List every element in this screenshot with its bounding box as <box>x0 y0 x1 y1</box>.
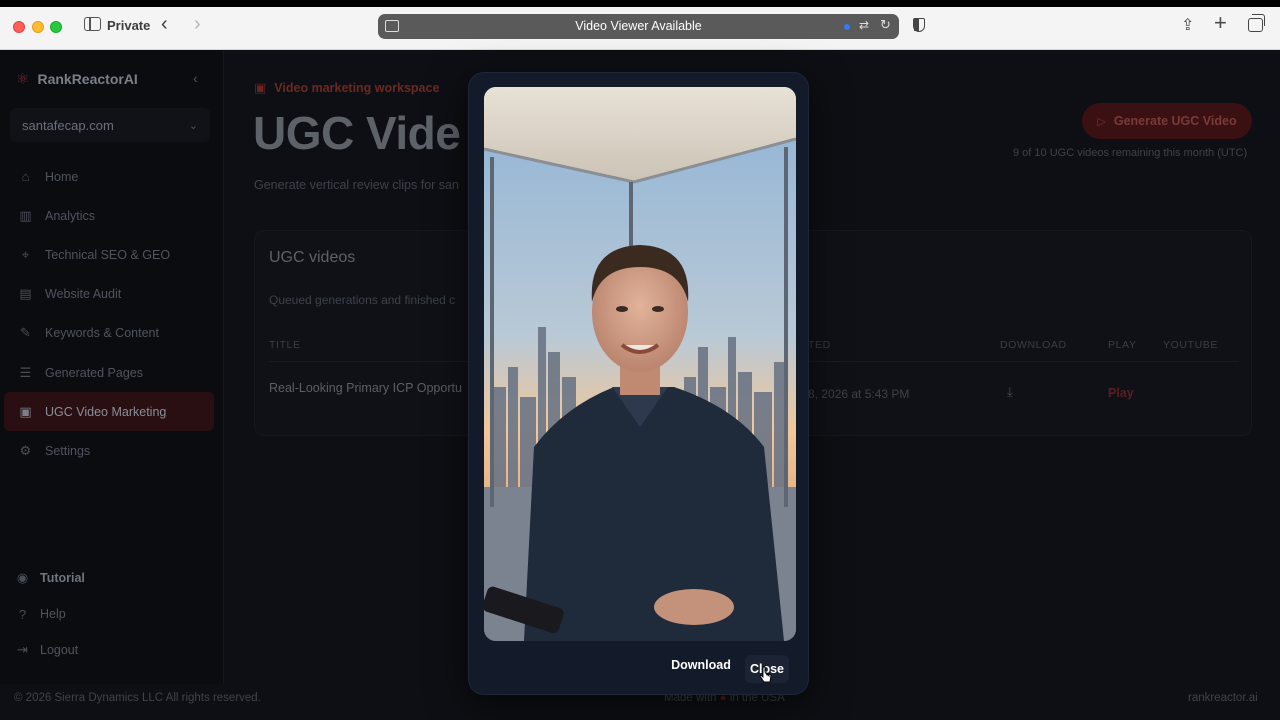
close-window-button[interactable] <box>13 21 25 33</box>
sidebar-item-label: Generated Pages <box>45 365 143 380</box>
download-button[interactable]: Download <box>661 652 741 678</box>
sidebar-item-label: Settings <box>45 443 91 458</box>
logout-icon: ⇥ <box>17 642 28 657</box>
download-icon[interactable]: ⤓ <box>1007 384 1013 400</box>
video-viewer-modal: Download Close <box>468 72 809 695</box>
sidebar-item-settings[interactable]: ⚙ Settings <box>0 431 224 470</box>
video-frame <box>484 87 796 641</box>
card-title: UGC videos <box>269 249 356 266</box>
collapse-sidebar-icon[interactable]: ‹ <box>193 70 198 86</box>
home-icon: ⌂ <box>21 169 30 185</box>
brand-name: RankReactorAI <box>37 71 138 87</box>
sidebar-item-label: Analytics <box>45 208 96 223</box>
privacy-shield-icon[interactable] <box>913 18 925 32</box>
table-row-created: 8, 2026 at 5:43 PM <box>808 387 910 401</box>
quota-text: 9 of 10 UGC videos remaining this month … <box>1013 147 1248 159</box>
sidebar-item-analytics[interactable]: ▥ Analytics <box>0 196 224 235</box>
page-subtitle: Generate vertical review clips for san <box>254 178 459 192</box>
brand[interactable]: ⚛ RankReactorAI <box>16 70 138 88</box>
page-title: UGC Vide <box>253 107 461 159</box>
footer-copyright: © 2026 Sierra Dynamics LLC All rights re… <box>14 692 261 704</box>
translate-icon[interactable]: ⇄ <box>859 18 869 32</box>
play-link[interactable]: Play <box>1108 386 1134 400</box>
clapperboard-icon: ▣ <box>254 80 267 95</box>
sidebar-item-website-audit[interactable]: ▤ Website Audit <box>0 275 224 314</box>
sidebar-item-label: Keywords & Content <box>45 326 159 341</box>
column-header-created: TED <box>808 339 831 351</box>
sidebar-bottom-nav: ◉ Tutorial ? Help ⇥ Logout <box>0 560 224 668</box>
share-icon[interactable]: ⇪ <box>1181 16 1194 36</box>
sidebar-item-label: Technical SEO & GEO <box>45 247 171 262</box>
sidebar-item-ugc-video[interactable]: ▣ UGC Video Marketing <box>4 392 214 432</box>
minimize-window-button[interactable] <box>32 21 44 33</box>
sidebar-item-generated-pages[interactable]: ☰ Generated Pages <box>0 353 224 392</box>
clapperboard-icon: ▣ <box>19 403 32 419</box>
screen-top-strip <box>0 0 1280 7</box>
play-icon: ▷ <box>1097 115 1106 128</box>
sidebar-item-label: Tutorial <box>40 571 85 585</box>
video-player[interactable] <box>484 87 796 641</box>
sidebar-item-technical-seo[interactable]: ⌖ Technical SEO & GEO <box>0 235 224 274</box>
atom-logo-icon: ⚛ <box>16 71 30 88</box>
column-header-play: PLAY <box>1108 339 1137 351</box>
sidebar-item-tutorial[interactable]: ◉ Tutorial <box>0 560 224 596</box>
pencil-icon: ✎ <box>20 325 31 341</box>
sidebar-item-label: UGC Video Marketing <box>45 404 167 419</box>
scan-icon: ⌖ <box>21 246 30 262</box>
private-mode-label[interactable]: Private <box>107 18 150 33</box>
new-tab-icon[interactable]: + <box>1214 12 1227 34</box>
help-icon: ? <box>18 606 27 622</box>
workspace-value: santafecap.com <box>22 117 114 133</box>
clipboard-icon: ▤ <box>19 286 32 302</box>
column-header-title: TITLE <box>269 339 301 351</box>
sidebar-item-logout[interactable]: ⇥ Logout <box>0 632 224 668</box>
address-bar[interactable]: Video Viewer Available <box>378 14 899 39</box>
generate-button-label: Generate UGC Video <box>1113 114 1237 128</box>
sidebar-nav: ⌂ Home ▥ Analytics ⌖ Technical SEO & GEO… <box>0 157 224 471</box>
workspace-select[interactable]: santafecap.com ⌄ <box>10 108 210 142</box>
zoom-window-button[interactable] <box>50 21 62 33</box>
chevron-down-icon: ⌄ <box>188 119 198 132</box>
reload-icon[interactable]: ↻ <box>880 17 891 33</box>
tab-overview-icon[interactable] <box>1248 14 1265 32</box>
generate-ugc-video-button[interactable]: ▷ Generate UGC Video <box>1082 103 1252 139</box>
footer-domain[interactable]: rankreactor.ai <box>1188 692 1258 704</box>
table-row-title: Real-Looking Primary ICP Opportu <box>269 381 462 395</box>
pages-icon: ☰ <box>19 364 32 380</box>
eyebrow: ▣ Video marketing workspace <box>254 80 439 96</box>
recording-indicator-icon <box>844 24 850 30</box>
address-text: Video Viewer Available <box>575 19 702 33</box>
sidebar-item-label: Logout <box>40 643 79 657</box>
forward-icon[interactable]: › <box>194 14 201 34</box>
play-circle-icon: ◉ <box>16 570 29 585</box>
column-header-youtube: YOUTUBE <box>1163 339 1218 351</box>
card-subtitle: Queued generations and finished c <box>269 293 456 307</box>
pointer-cursor-icon <box>759 666 772 683</box>
sidebar-item-label: Website Audit <box>45 287 122 302</box>
sidebar-item-label: Help <box>40 607 66 621</box>
sidebar-item-label: Home <box>45 169 79 184</box>
back-icon[interactable]: ‹ <box>161 14 168 34</box>
column-header-download: DOWNLOAD <box>1000 339 1067 351</box>
sidebar-item-help[interactable]: ? Help <box>0 596 224 632</box>
browser-toolbar: Private ‹ › Video Viewer Available ⇄ ↻ ⇪… <box>0 7 1280 50</box>
sidebar-item-keywords[interactable]: ✎ Keywords & Content <box>0 314 224 353</box>
sidebar-toggle-icon[interactable] <box>84 17 101 31</box>
gear-icon: ⚙ <box>19 442 32 458</box>
analytics-icon: ▥ <box>19 207 32 223</box>
sidebar-item-home[interactable]: ⌂ Home <box>0 157 224 196</box>
app-sidebar: ⚛ RankReactorAI ‹ santafecap.com ⌄ ⌂ Hom… <box>0 50 224 684</box>
eyebrow-text: Video marketing workspace <box>274 81 440 95</box>
